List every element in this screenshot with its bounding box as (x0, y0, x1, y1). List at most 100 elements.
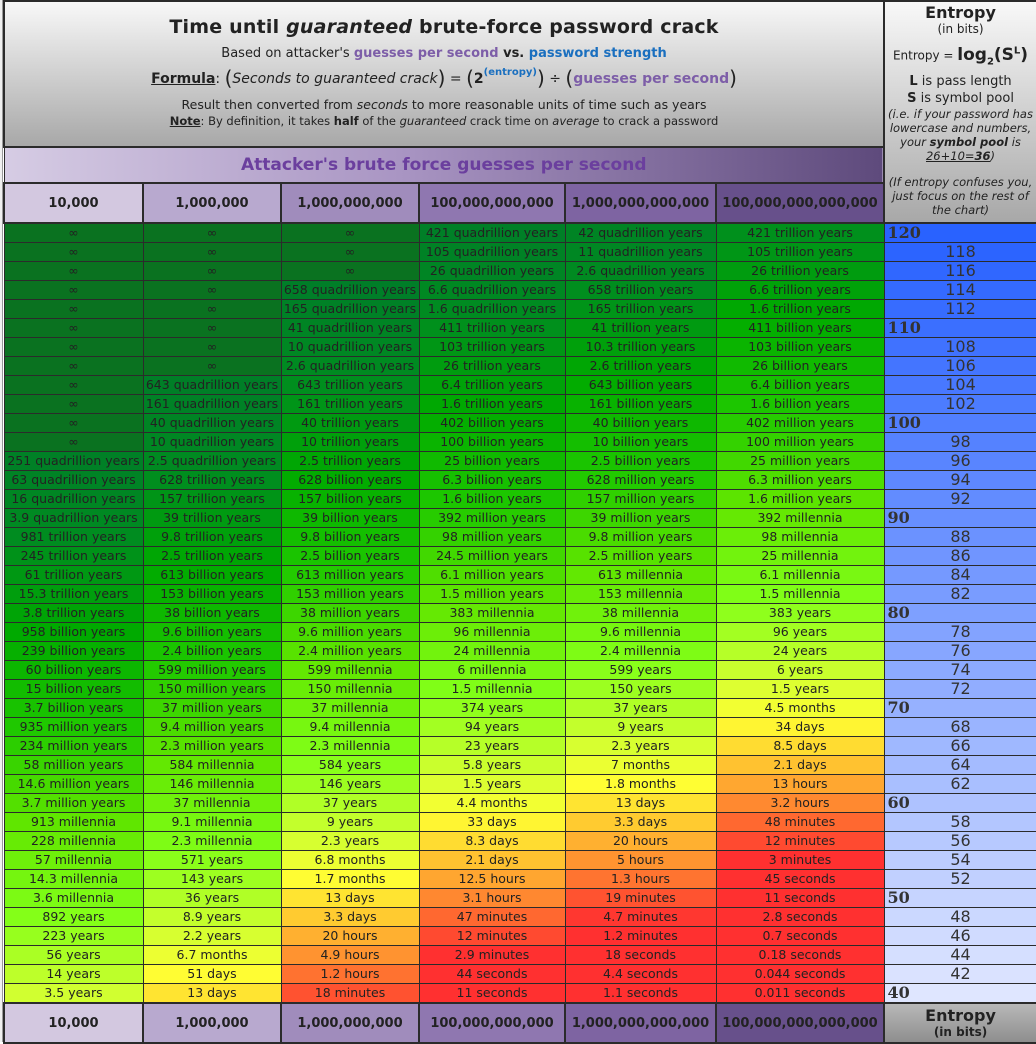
entropy-formula: Entropy = log2(SL) (892, 44, 1029, 68)
column-header-1: 1,000,000 (142, 182, 282, 224)
crack-time-cell: 392 million years (418, 508, 566, 528)
crack-time-cell: 2.5 trillion years (280, 451, 420, 471)
entropy-value: 56 (883, 831, 1036, 851)
crack-time-cell: 2.5 billion years (280, 546, 420, 566)
crack-time-cell: 628 trillion years (142, 470, 282, 490)
crack-time-cell: 9 years (564, 717, 717, 737)
crack-time-cell: 20 hours (280, 926, 420, 946)
crack-time-cell: 3.7 million years (3, 793, 144, 813)
entropy-help-note: (If entropy confuses you, just focus on … (888, 175, 1033, 218)
column-header-row: 10,000 1,000,000 1,000,000,000 100,000,000,… (3, 182, 1036, 224)
crack-time-cell: 6.8 months (280, 850, 420, 870)
crack-time-cell: 2.5 quadrillion years (142, 451, 282, 471)
crack-time-cell: 100 billion years (418, 432, 566, 452)
entropy-value: 102 (883, 394, 1036, 414)
crack-time-cell: 13 hours (715, 774, 885, 794)
crack-time-cell: 2.3 millennia (280, 736, 420, 756)
crack-time-cell: 9.8 trillion years (142, 527, 282, 547)
crack-time-cell: 402 million years (715, 413, 885, 433)
crack-time-cell: 146 years (280, 774, 420, 794)
crack-time-cell: ∞ (3, 222, 144, 243)
crack-time-cell: 96 millennia (418, 622, 566, 642)
crack-time-cell: 5.8 years (418, 755, 566, 775)
table-row: 14.6 million years 146 millennia 146 years… (3, 774, 1036, 794)
table-row: ∞ 10 quadrillion years 10 trillion years 10… (3, 432, 1036, 452)
table-row: 3.9 quadrillion years 39 trillion years 39… (3, 508, 1036, 528)
crack-time-cell: 613 million years (280, 565, 420, 585)
crack-time-cell: 2.5 billion years (564, 451, 717, 471)
table-row: 913 millennia 9.1 millennia 9 years 33 days… (3, 812, 1036, 832)
crack-time-cell: 8.5 days (715, 736, 885, 756)
table-row: 223 years 2.2 years 20 hours 12 minutes 1.2 … (3, 926, 1036, 946)
table-row: ∞ ∞ ∞ 421 quadrillion years 42 quadrillion y… (3, 222, 1036, 243)
crack-time-cell: 10 trillion years (280, 432, 420, 452)
crack-time-cell: 153 millennia (564, 584, 717, 604)
entropy-value: 82 (883, 584, 1036, 604)
crack-time-cell: 12 minutes (418, 926, 566, 946)
crack-time-cell: 60 billion years (3, 660, 144, 680)
entropy-value: 114 (883, 280, 1036, 300)
crack-time-cell: 14.6 million years (3, 774, 144, 794)
crack-time-cell: 2.8 seconds (715, 907, 885, 927)
table-row: 60 billion years 599 million years 599 mil… (3, 660, 1036, 680)
crack-time-cell: 3.1 hours (418, 888, 566, 908)
entropy-value: 72 (883, 679, 1036, 699)
crack-time-cell: 33 days (418, 812, 566, 832)
result-note: Result then converted from seconds to mo… (181, 97, 707, 112)
crack-time-cell: 234 million years (3, 736, 144, 756)
crack-time-cell: 37 millennia (280, 698, 420, 718)
entropy-value: 108 (883, 337, 1036, 357)
crack-time-cell: 98 millennia (715, 527, 885, 547)
entropy-value: 78 (883, 622, 1036, 642)
crack-time-cell: 8.3 days (418, 831, 566, 851)
table-row: ∞ 161 quadrillion years 161 trillion years… (3, 394, 1036, 414)
crack-time-cell: 37 million years (142, 698, 282, 718)
table-row: 892 years 8.9 years 3.3 days 47 minutes 4.7 … (3, 907, 1036, 927)
crack-time-cell: 3.3 days (280, 907, 420, 927)
crack-time-cell: 45 seconds (715, 869, 885, 889)
crack-time-cell: 3.9 quadrillion years (3, 508, 144, 528)
crack-time-cell: 628 million years (564, 470, 717, 490)
footer-entropy-unit: (in bits) (933, 1025, 988, 1039)
crack-time-cell: 4.4 seconds (564, 964, 717, 984)
crack-time-cell: ∞ (142, 299, 282, 319)
table-row: 63 quadrillion years 628 trillion years 62… (3, 470, 1036, 490)
crack-time-cell: 161 trillion years (280, 394, 420, 414)
crack-time-cell: 223 years (3, 926, 144, 946)
column-header-2: 1,000,000,000 (280, 182, 420, 224)
crack-time-cell: 153 billion years (142, 584, 282, 604)
entropy-value: 98 (883, 432, 1036, 452)
table-row: 14 years 51 days 1.2 hours 44 seconds 4.4 se… (3, 964, 1036, 984)
crack-time-cell: 13 days (280, 888, 420, 908)
table-row: 935 million years 9.4 million years 9.4 mi… (3, 717, 1036, 737)
crack-time-cell: 10 billion years (564, 432, 717, 452)
table-row: 3.6 millennia 36 years 13 days 3.1 hours 19 … (3, 888, 1036, 908)
crack-time-cell: 150 millennia (280, 679, 420, 699)
crack-time-cell: 16 quadrillion years (3, 489, 144, 509)
crack-time-cell: 10.3 trillion years (564, 337, 717, 357)
table-row: 958 billion years 9.6 billion years 9.6 mi… (3, 622, 1036, 642)
crack-time-cell: 935 million years (3, 717, 144, 737)
table-row: 3.7 billion years 37 million years 37 mill… (3, 698, 1036, 718)
table-row: ∞ ∞ 658 quadrillion years 6.6 quadrillion y… (3, 280, 1036, 300)
entropy-value: 86 (883, 546, 1036, 566)
crack-time-cell: 105 trillion years (715, 242, 885, 262)
crack-time-cell: 3.6 millennia (3, 888, 144, 908)
crack-time-cell: 374 years (418, 698, 566, 718)
crack-time-cell: 9.8 million years (564, 527, 717, 547)
crack-time-cell: 161 billion years (564, 394, 717, 414)
crack-time-cell: 24 millennia (418, 641, 566, 661)
crack-time-cell: 2.2 years (142, 926, 282, 946)
crack-time-cell: ∞ (280, 222, 420, 243)
table-row: ∞ ∞ ∞ 105 quadrillion years 11 quadrillion y… (3, 242, 1036, 262)
entropy-value: 118 (883, 242, 1036, 262)
entropy-value: 62 (883, 774, 1036, 794)
crack-time-cell: 44 seconds (418, 964, 566, 984)
crack-time-cell: 2.6 quadrillion years (280, 356, 420, 376)
crack-time-cell: 571 years (142, 850, 282, 870)
crack-time-cell: 143 years (142, 869, 282, 889)
crack-time-cell: 0.011 seconds (715, 983, 885, 1004)
crack-time-cell: 26 quadrillion years (418, 261, 566, 281)
entropy-value: 68 (883, 717, 1036, 737)
entropy-unit: (in bits) (937, 22, 984, 36)
